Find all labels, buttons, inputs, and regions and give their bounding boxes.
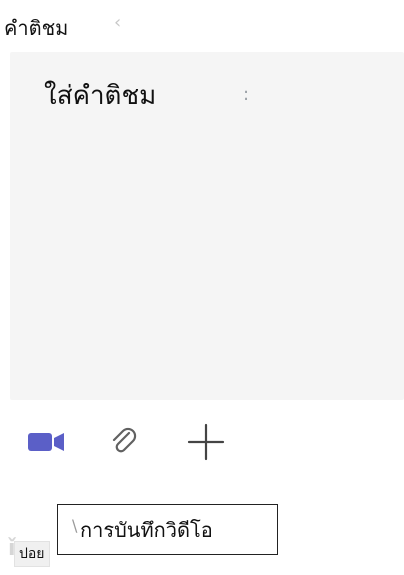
feedback-placeholder: ใส่คำติชม: [44, 81, 157, 111]
video-camera-icon: [28, 433, 64, 451]
plus-icon: [187, 423, 225, 461]
partial-glyph: ‹: [114, 12, 122, 33]
paperclip-icon: [112, 427, 137, 453]
tooltip-text: การบันทึกวิดีโอ: [80, 517, 213, 542]
caret-glyph: :: [243, 84, 250, 105]
record-video-button[interactable]: [22, 418, 70, 466]
comment-toolbar: [0, 418, 404, 466]
feedback-textarea[interactable]: ใส่คำติชม :: [10, 52, 404, 400]
tooltip-glyph: \: [72, 516, 78, 535]
feedback-label: คำติชม: [4, 16, 69, 40]
video-tooltip: การบันทึกวิดีโอ: [57, 504, 278, 555]
add-button[interactable]: [182, 418, 230, 466]
attach-file-button[interactable]: [100, 418, 148, 466]
bottom-chip: ปอย: [14, 541, 50, 567]
